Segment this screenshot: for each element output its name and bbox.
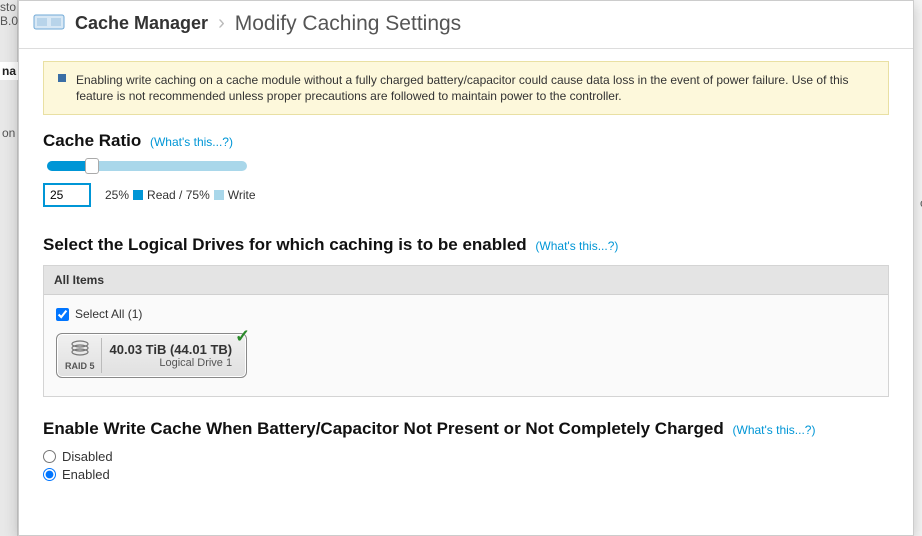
enabled-label: Enabled bbox=[62, 467, 110, 482]
logical-drive-card[interactable]: RAID 5 40.03 TiB (44.01 TB) Logical Driv… bbox=[56, 333, 247, 378]
read-label: Read / 75% bbox=[147, 188, 210, 202]
hardware-icon bbox=[33, 11, 75, 36]
enabled-radio[interactable] bbox=[43, 468, 56, 481]
section-label: Select the Logical Drives for which cach… bbox=[43, 235, 527, 254]
warning-text: Enabling write caching on a cache module… bbox=[76, 73, 848, 103]
read-swatch-icon bbox=[133, 190, 143, 200]
disabled-radio-row[interactable]: Disabled bbox=[43, 449, 889, 464]
slider-track[interactable] bbox=[47, 161, 247, 171]
drives-panel-head: All Items bbox=[44, 266, 888, 295]
drive-card-left: RAID 5 bbox=[61, 338, 102, 373]
write-swatch-icon bbox=[214, 190, 224, 200]
raid-label: RAID 5 bbox=[65, 361, 95, 371]
whats-this-link[interactable]: (What's this...?) bbox=[733, 423, 816, 437]
drive-card-right: 40.03 TiB (44.01 TB) Logical Drive 1 bbox=[102, 340, 241, 371]
read-percent: 25% bbox=[105, 188, 129, 202]
scrap-text: on bbox=[2, 126, 15, 140]
select-all-row[interactable]: Select All (1) bbox=[56, 307, 876, 321]
info-icon bbox=[58, 74, 66, 82]
page-title: Modify Caching Settings bbox=[235, 12, 461, 36]
cache-ratio-input[interactable] bbox=[43, 183, 91, 207]
disabled-radio[interactable] bbox=[43, 450, 56, 463]
cache-ratio-slider[interactable] bbox=[47, 161, 889, 171]
dialog-header: Cache Manager › Modify Caching Settings bbox=[19, 1, 913, 49]
breadcrumb-root[interactable]: Cache Manager bbox=[75, 13, 208, 34]
background-scraps: sto B.0 na on bbox=[0, 0, 18, 536]
cache-ratio-readout: 25% Read / 75% Write bbox=[43, 183, 889, 207]
enabled-radio-row[interactable]: Enabled bbox=[43, 467, 889, 482]
drives-heading: Select the Logical Drives for which cach… bbox=[43, 235, 889, 255]
cache-ratio-heading: Cache Ratio (What's this...?) bbox=[43, 131, 889, 151]
slider-thumb[interactable] bbox=[85, 158, 99, 174]
whats-this-link[interactable]: (What's this...?) bbox=[150, 135, 233, 149]
section-label: Cache Ratio bbox=[43, 131, 141, 150]
write-label: Write bbox=[228, 188, 256, 202]
chevron-right-icon: › bbox=[218, 12, 225, 35]
drive-size: 40.03 TiB (44.01 TB) bbox=[110, 342, 233, 357]
checkmark-icon: ✓ bbox=[235, 326, 250, 347]
warning-banner: Enabling write caching on a cache module… bbox=[43, 61, 889, 115]
write-cache-heading: Enable Write Cache When Battery/Capacito… bbox=[43, 419, 889, 439]
dialog-body: Enabling write caching on a cache module… bbox=[19, 49, 913, 485]
drives-panel: All Items Select All (1) bbox=[43, 265, 889, 397]
scrap-text: B.0 bbox=[0, 14, 18, 28]
drive-name: Logical Drive 1 bbox=[110, 357, 233, 369]
select-all-checkbox[interactable] bbox=[56, 308, 69, 321]
modify-caching-dialog: Cache Manager › Modify Caching Settings … bbox=[18, 0, 914, 536]
disabled-label: Disabled bbox=[62, 449, 113, 464]
disk-stack-icon bbox=[70, 340, 90, 359]
select-all-label: Select All (1) bbox=[75, 307, 142, 321]
scrap-text: na bbox=[0, 62, 18, 80]
scrap-text: sto bbox=[0, 0, 16, 14]
whats-this-link[interactable]: (What's this...?) bbox=[535, 239, 618, 253]
section-label: Enable Write Cache When Battery/Capacito… bbox=[43, 419, 724, 438]
